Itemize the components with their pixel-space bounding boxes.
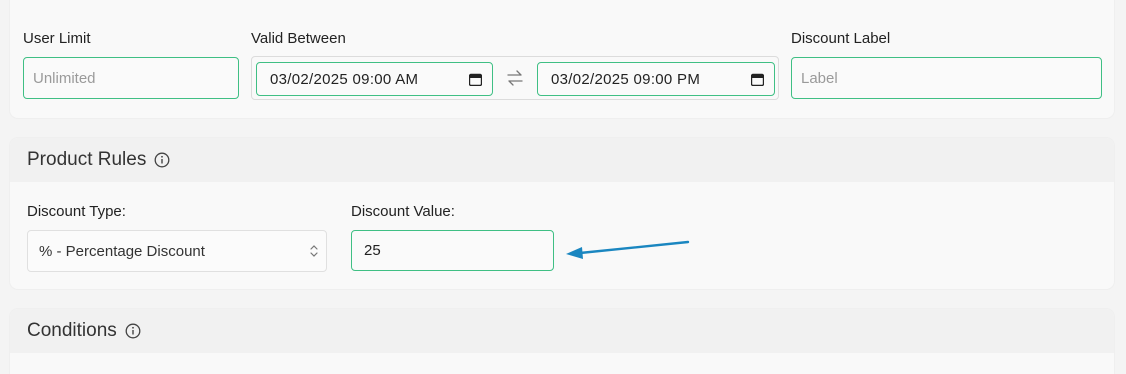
discount-label-input[interactable]: Label [791, 57, 1102, 99]
conditions-card: Conditions [10, 309, 1114, 374]
conditions-header: Conditions [10, 309, 1114, 353]
product-rules-header: Product Rules [10, 138, 1114, 182]
swap-icon [507, 70, 523, 86]
user-limit-label: User Limit [23, 30, 91, 47]
calendar-icon[interactable] [469, 73, 482, 86]
product-rules-title: Product Rules [27, 149, 147, 170]
calendar-icon[interactable] [751, 73, 764, 86]
discount-label-label: Discount Label [791, 30, 891, 47]
valid-between-range: 03/02/2025 09:00 AM 03/02/2025 09:00 PM [251, 56, 779, 100]
discount-value-label: Discount Value: [351, 203, 455, 220]
discount-value-input[interactable]: 25 [351, 230, 554, 271]
discount-type-selected: % - Percentage Discount [39, 242, 205, 260]
valid-between-label: Valid Between [251, 30, 346, 47]
valid-start-value: 03/02/2025 09:00 AM [270, 70, 419, 88]
select-chevron-icon [310, 245, 318, 257]
discount-type-label: Discount Type: [27, 203, 126, 220]
valid-end-datetime[interactable]: 03/02/2025 09:00 PM [537, 62, 775, 96]
discount-type-select[interactable]: % - Percentage Discount [27, 230, 327, 272]
valid-start-datetime[interactable]: 03/02/2025 09:00 AM [256, 62, 493, 96]
info-icon[interactable] [125, 323, 141, 339]
conditions-title: Conditions [27, 320, 117, 341]
info-icon[interactable] [154, 152, 170, 168]
valid-end-value: 03/02/2025 09:00 PM [551, 70, 701, 88]
user-limit-input[interactable]: Unlimited [23, 57, 239, 99]
annotation-arrow [566, 240, 690, 259]
product-rules-card: Product Rules Discount Type: % - Percent… [10, 138, 1114, 289]
